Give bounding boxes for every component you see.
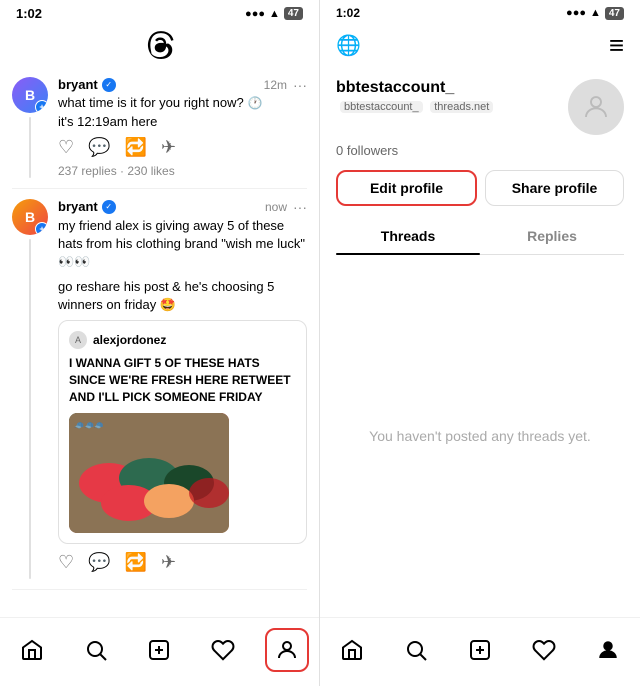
action-icons-2: ♡ 💬 🔁 ✈: [58, 552, 307, 573]
right-bottom-nav: [320, 617, 640, 686]
avatar-col-1: B +: [12, 77, 48, 178]
left-bottom-nav: [0, 617, 319, 686]
thread-line-2: [29, 239, 31, 579]
verified-badge-1: ✓: [102, 78, 116, 92]
tab-replies[interactable]: Replies: [480, 218, 624, 254]
post-header-1: bryant ✓ 12m ···: [58, 77, 307, 93]
avatar-col-2: B +: [12, 199, 48, 579]
post-question-1: what time is it for you right now? 🕐: [58, 95, 307, 110]
share-profile-button[interactable]: Share profile: [485, 170, 624, 206]
profile-info: bbtestaccount_ bbtestaccount_ threads.ne…: [336, 79, 493, 113]
right-nav-heart[interactable]: [522, 628, 566, 672]
left-nav-compose[interactable]: [137, 628, 181, 672]
post-content-1: bryant ✓ 12m ··· what time is it for you…: [58, 77, 307, 178]
right-time: 1:02: [336, 6, 360, 20]
right-nav-profile[interactable]: [586, 628, 630, 672]
edit-profile-button[interactable]: Edit profile: [336, 170, 477, 206]
repost-header: A alexjordonez: [69, 331, 296, 349]
left-status-icons: ●●● ▲ 47: [245, 7, 303, 20]
post-text-2b: go reshare his post & he's choosing 5 wi…: [58, 278, 307, 314]
profile-username: bbtestaccount_: [336, 79, 493, 97]
like-icon-1[interactable]: ♡: [58, 137, 74, 158]
post-1: B + bryant ✓ 12m ··· what tim: [12, 67, 307, 189]
repost-avatar: A: [69, 331, 87, 349]
username-1: bryant: [58, 77, 98, 92]
right-status-bar: 1:02 ●●● ▲ 47: [320, 0, 640, 24]
repost-icon-1[interactable]: 🔁: [125, 137, 147, 158]
right-panel: 1:02 ●●● ▲ 47 🌐 ≡ bbtestaccount_ bbtesta…: [320, 0, 640, 686]
share-icon-2[interactable]: ✈: [161, 552, 176, 573]
repost-icon-2[interactable]: 🔁: [125, 552, 147, 573]
avatar-bryant-1: B +: [12, 77, 48, 113]
threads-logo-left: [146, 31, 174, 59]
left-app-header: [0, 25, 319, 67]
post-header-2: bryant ✓ now ···: [58, 199, 307, 215]
left-status-bar: 1:02 ●●● ▲ 47: [0, 0, 319, 25]
followers-count: 0 followers: [336, 143, 624, 158]
username-2: bryant: [58, 199, 98, 214]
profile-section: bbtestaccount_ bbtestaccount_ threads.ne…: [320, 69, 640, 255]
menu-icon[interactable]: ≡: [609, 30, 624, 61]
avatar-bryant-2: B +: [12, 199, 48, 235]
right-nav-home[interactable]: [330, 628, 374, 672]
profile-avatar: [568, 79, 624, 135]
feed: B + bryant ✓ 12m ··· what tim: [0, 67, 319, 617]
left-nav-profile[interactable]: [265, 628, 309, 672]
action-icons-1: ♡ 💬 🔁 ✈: [58, 137, 307, 158]
clock-icon: 🕐: [248, 96, 263, 110]
more-options-1[interactable]: ···: [293, 77, 307, 93]
like-icon-2[interactable]: ♡: [58, 552, 74, 573]
right-nav-search[interactable]: [394, 628, 438, 672]
right-app-header: 🌐 ≡: [320, 24, 640, 69]
left-nav-heart[interactable]: [201, 628, 245, 672]
profile-buttons: Edit profile Share profile: [336, 170, 624, 206]
globe-icon[interactable]: 🌐: [336, 33, 361, 58]
plus-badge-2: +: [35, 222, 48, 235]
post-2: B + bryant ✓ now ··· my friend alex is g: [12, 189, 307, 590]
thread-line-1: [29, 117, 31, 178]
no-posts-message: You haven't posted any threads yet.: [320, 255, 640, 617]
post-reply-1: it's 12:19am here: [58, 114, 307, 129]
repost-username: alexjordonez: [93, 333, 166, 347]
left-nav-search[interactable]: [74, 628, 118, 672]
username-row-1: bryant ✓: [58, 77, 116, 92]
post-stats-1: 237 replies · 230 likes: [58, 164, 307, 178]
repost-text: I WANNA GIFT 5 OF THESE HATS SINCE WE'RE…: [69, 355, 296, 405]
left-nav-home[interactable]: [10, 628, 54, 672]
tab-threads[interactable]: Threads: [336, 218, 480, 254]
repost-image: 🧢🧢🧢: [69, 413, 229, 533]
svg-text:🧢🧢🧢: 🧢🧢🧢: [74, 421, 104, 430]
right-status-icons: ●●● ▲ 47: [566, 7, 624, 20]
username-row-2: bryant ✓: [58, 199, 116, 214]
profile-domain: threads.net: [430, 101, 493, 113]
profile-tabs: Threads Replies: [336, 218, 624, 255]
post-time-2: now ···: [265, 199, 307, 215]
left-panel: 1:02 ●●● ▲ 47 B + bryant: [0, 0, 320, 686]
comment-icon-2[interactable]: 💬: [88, 552, 110, 573]
post-text-2a: my friend alex is giving away 5 of these…: [58, 217, 307, 272]
profile-top: bbtestaccount_ bbtestaccount_ threads.ne…: [336, 79, 624, 135]
post-content-2: bryant ✓ now ··· my friend alex is givin…: [58, 199, 307, 579]
left-time: 1:02: [16, 6, 42, 21]
profile-handle: bbtestaccount_ threads.net: [336, 98, 493, 113]
comment-icon-1[interactable]: 💬: [88, 137, 110, 158]
verified-badge-2: ✓: [102, 200, 116, 214]
share-icon-1[interactable]: ✈: [161, 137, 176, 158]
more-options-2[interactable]: ···: [293, 199, 307, 215]
post-time-1: 12m ···: [264, 77, 307, 93]
plus-badge-1: +: [35, 100, 48, 113]
right-nav-compose[interactable]: [458, 628, 502, 672]
repost-content: A alexjordonez I WANNA GIFT 5 OF THESE H…: [58, 320, 307, 544]
